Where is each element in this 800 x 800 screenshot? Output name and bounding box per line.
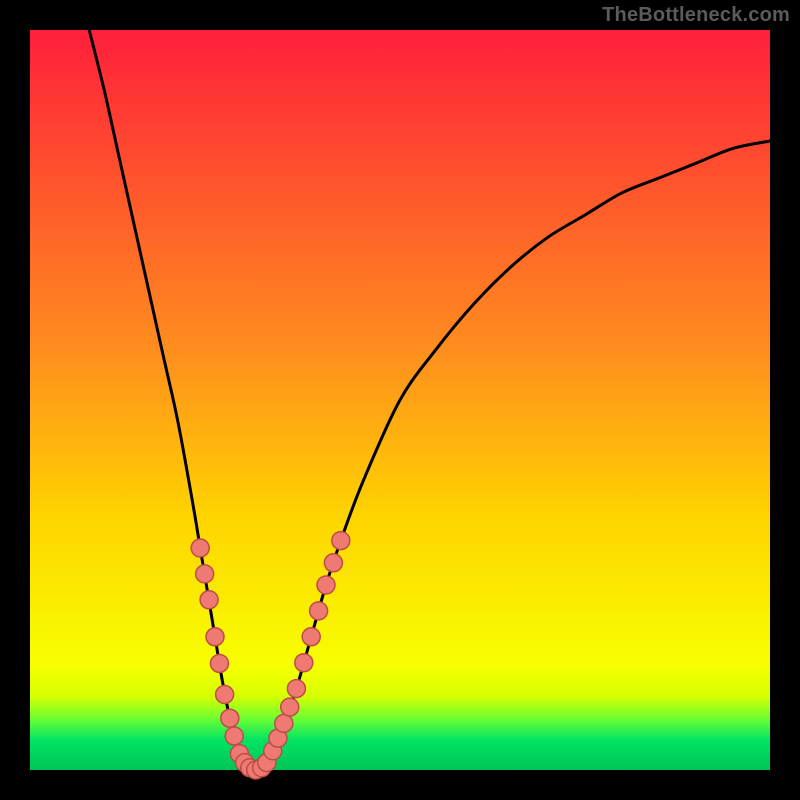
curve-marker [210,654,228,672]
curve-marker [287,680,305,698]
curve-marker [317,576,335,594]
curve-marker [332,532,350,550]
curve-marker [324,554,342,572]
curve-marker [225,727,243,745]
curve-marker [295,654,313,672]
curve-marker [196,565,214,583]
curve-marker [275,714,293,732]
chart-stage: TheBottleneck.com [0,0,800,800]
watermark-label: TheBottleneck.com [602,4,790,27]
bottleneck-chart [0,0,800,800]
curve-marker [281,698,299,716]
curve-marker [302,628,320,646]
curve-marker [310,602,328,620]
curve-marker [191,539,209,557]
curve-marker [200,591,218,609]
curve-marker [221,709,239,727]
curve-marker [206,628,224,646]
curve-marker [216,686,234,704]
